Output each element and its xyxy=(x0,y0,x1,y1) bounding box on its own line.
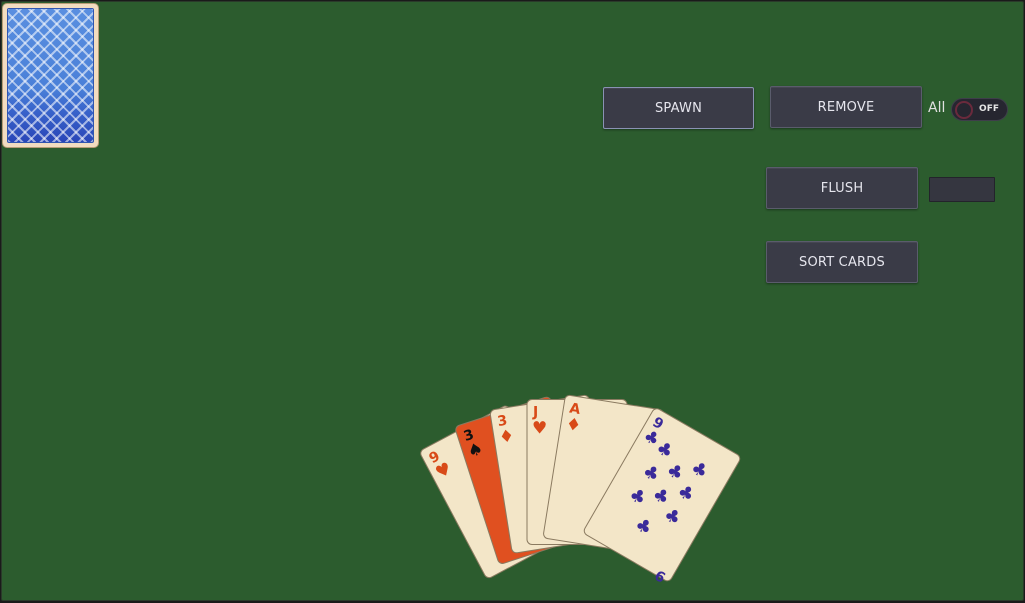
player-hand: 9♥3♠3♦J♥A♦ 9♣♣♣♣♣♣♣♣♣♣9 xyxy=(420,394,741,585)
hearts-icon: ♥ xyxy=(532,419,547,439)
diamonds-icon: ♦ xyxy=(564,414,582,436)
game-table: SPAWN REMOVE All OFF FLUSH SORT CARDS 9 ♥… xyxy=(1,1,1024,601)
diamonds-icon: ♦ xyxy=(498,426,516,448)
